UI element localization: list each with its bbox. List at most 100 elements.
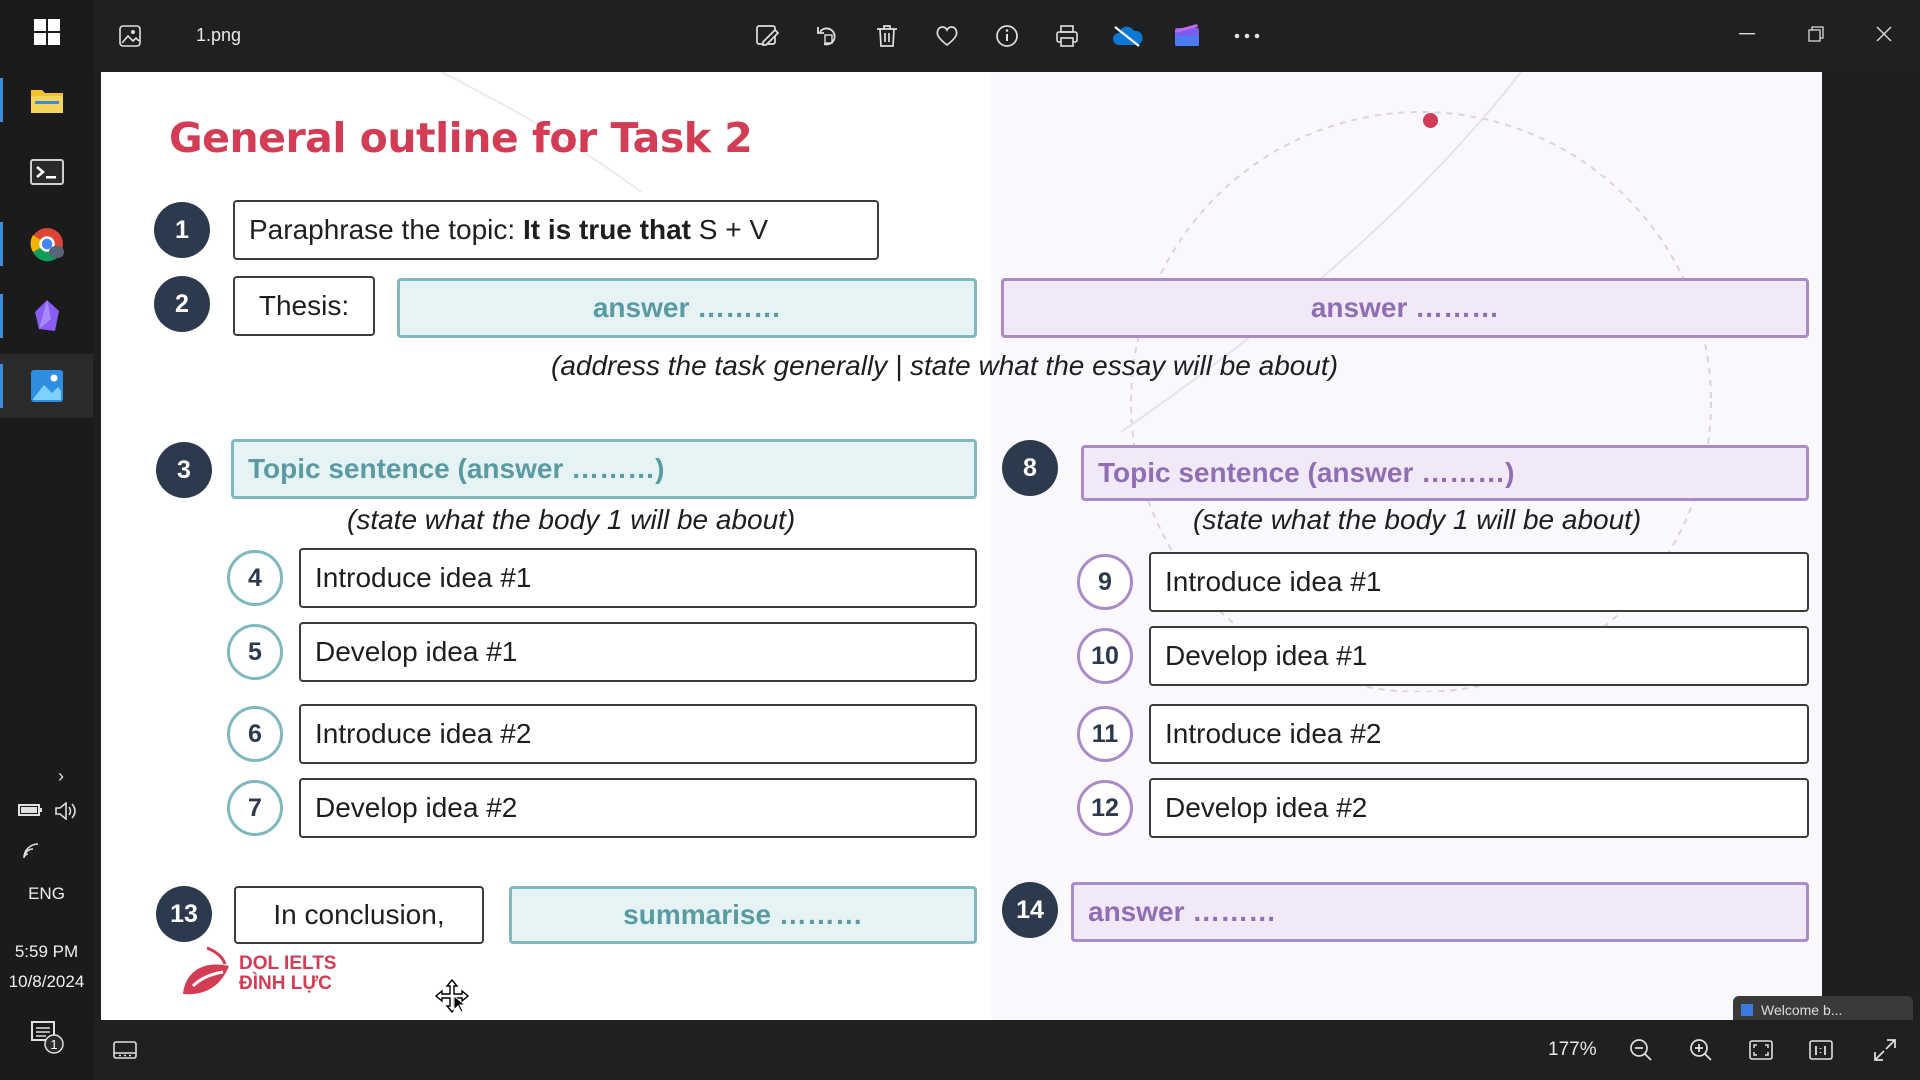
dol-logo-mark-icon — [183, 946, 229, 995]
file-info-button[interactable] — [987, 16, 1027, 56]
file-name: 1.png — [196, 25, 242, 45]
paraphrase-prefix: Paraphrase the topic: — [249, 214, 523, 245]
terminal-icon — [29, 159, 64, 185]
photos-title-bar: 1.png — [93, 0, 1920, 72]
obsidian-icon — [34, 300, 59, 331]
start-button[interactable] — [0, 0, 93, 64]
step-number-14: 14 — [1002, 882, 1058, 938]
dol-ielts-logo: DOL IELTS ĐÌNH LỰC — [177, 942, 357, 1002]
thesis-label: Thesis: — [233, 276, 375, 336]
input-language[interactable]: ENG — [0, 884, 93, 904]
cloud-icon — [1113, 26, 1143, 47]
edit-image-button[interactable] — [747, 16, 787, 56]
step-number-10: 10 — [1077, 628, 1133, 684]
paraphrase-box: Paraphrase the topic: It is true that S … — [233, 200, 879, 260]
rotate-button[interactable] — [807, 16, 847, 56]
step-number-12: 12 — [1077, 780, 1133, 836]
slide-title: General outline for Task 2 — [169, 114, 753, 162]
restore-icon — [1808, 26, 1824, 42]
paraphrase-suffix: S + V — [690, 214, 769, 245]
conclusion-summarise: summarise ……… — [509, 886, 977, 944]
body1-introduce-idea-2: Introduce idea #2 — [299, 704, 977, 764]
info-icon — [996, 25, 1018, 47]
more-icon — [1234, 33, 1260, 39]
clock-time[interactable]: 5:59 PM — [0, 942, 93, 962]
volume-icon[interactable] — [54, 801, 78, 825]
step-number-8: 8 — [1002, 440, 1058, 496]
logo-line-1: DOL IELTS — [239, 953, 337, 974]
favorite-button[interactable] — [927, 16, 967, 56]
heart-icon — [936, 26, 958, 47]
body1-develop-idea-2: Develop idea #2 — [299, 778, 977, 838]
printer-icon — [1056, 25, 1078, 47]
thesis-answer-right: answer ……… — [1001, 278, 1809, 338]
zoom-in-button[interactable] — [1683, 1032, 1719, 1068]
obsidian-app[interactable] — [0, 284, 93, 348]
delete-button[interactable] — [867, 16, 907, 56]
notification-icon: 1 — [31, 1021, 64, 1054]
step-number-7: 7 — [227, 780, 283, 836]
battery-icon[interactable] — [18, 802, 44, 823]
step-number-6: 6 — [227, 706, 283, 762]
decorative-dot — [1423, 113, 1438, 128]
intro-note: (address the task generally | state what… — [551, 350, 1339, 381]
welcome-app-icon — [1741, 1004, 1753, 1016]
gallery-button[interactable] — [110, 16, 150, 56]
close-icon — [1876, 26, 1892, 42]
windows-logo-icon — [33, 19, 60, 45]
wifi-icon[interactable] — [22, 842, 44, 865]
logo-line-2: ĐÌNH LỰC — [239, 973, 332, 994]
image-viewer[interactable]: General outline for Task 2 1 Paraphrase … — [93, 72, 1920, 1024]
minimize-icon — [1739, 33, 1755, 35]
step-number-3: 3 — [156, 442, 212, 498]
move-cursor-icon — [434, 978, 470, 1014]
restore-button[interactable] — [1796, 14, 1836, 54]
actual-size-button[interactable] — [1803, 1032, 1839, 1068]
folder-icon — [30, 90, 63, 113]
show-hidden-icons-chevron-icon[interactable]: › — [58, 766, 64, 787]
body2-develop-idea-2: Develop idea #2 — [1149, 778, 1809, 838]
onedrive-button[interactable] — [1107, 16, 1147, 56]
thesis-answer-left: answer ……… — [397, 278, 977, 338]
filmstrip-icon — [113, 1041, 137, 1059]
step-number-4: 4 — [227, 550, 283, 606]
gallery-icon — [119, 25, 141, 47]
more-options-button[interactable] — [1227, 16, 1267, 56]
zoom-in-icon — [1690, 1039, 1712, 1061]
print-button[interactable] — [1047, 16, 1087, 56]
welcome-text: Welcome b... — [1761, 1002, 1843, 1018]
body2-introduce-idea-2: Introduce idea #2 — [1149, 704, 1809, 764]
clipchamp-button[interactable] — [1167, 16, 1207, 56]
file-explorer-app[interactable] — [0, 68, 93, 132]
notification-center-button[interactable]: 1 — [30, 1020, 64, 1059]
step-number-2: 2 — [154, 276, 210, 332]
viewer-status-bar: 177% — [93, 1020, 1920, 1080]
zoom-out-button[interactable] — [1623, 1032, 1659, 1068]
chrome-app[interactable] — [0, 212, 93, 276]
windows-taskbar: › ENG 5:59 PM 10/8/2024 1 — [0, 0, 93, 1080]
zoom-out-icon — [1630, 1039, 1652, 1061]
chrome-icon — [30, 228, 64, 262]
close-button[interactable] — [1864, 14, 1904, 54]
paraphrase-bold: It is true that — [522, 214, 691, 245]
notification-count: 1 — [50, 1037, 57, 1052]
minimize-button[interactable] — [1727, 14, 1767, 54]
actual-size-icon — [1809, 1040, 1833, 1060]
body2-develop-idea-1: Develop idea #1 — [1149, 626, 1809, 686]
step-number-13: 13 — [156, 886, 212, 942]
body2-introduce-idea-1: Introduce idea #1 — [1149, 552, 1809, 612]
filmstrip-button[interactable] — [107, 1032, 143, 1068]
step-number-5: 5 — [227, 624, 283, 680]
step-number-1: 1 — [154, 202, 210, 258]
photos-icon — [30, 370, 63, 402]
body2-note: (state what the body 1 will be about) — [1193, 504, 1642, 535]
trash-icon — [877, 25, 897, 47]
clock-date[interactable]: 10/8/2024 — [0, 972, 93, 992]
fit-to-window-button[interactable] — [1743, 1032, 1779, 1068]
body1-topic-sentence: Topic sentence (answer ………) — [231, 439, 977, 499]
photos-app[interactable] — [0, 354, 93, 418]
conclusion-answer: answer ……… — [1071, 882, 1809, 942]
full-screen-button[interactable] — [1867, 1032, 1903, 1068]
terminal-app[interactable] — [0, 140, 93, 204]
displayed-image: General outline for Task 2 1 Paraphrase … — [101, 72, 1822, 1020]
